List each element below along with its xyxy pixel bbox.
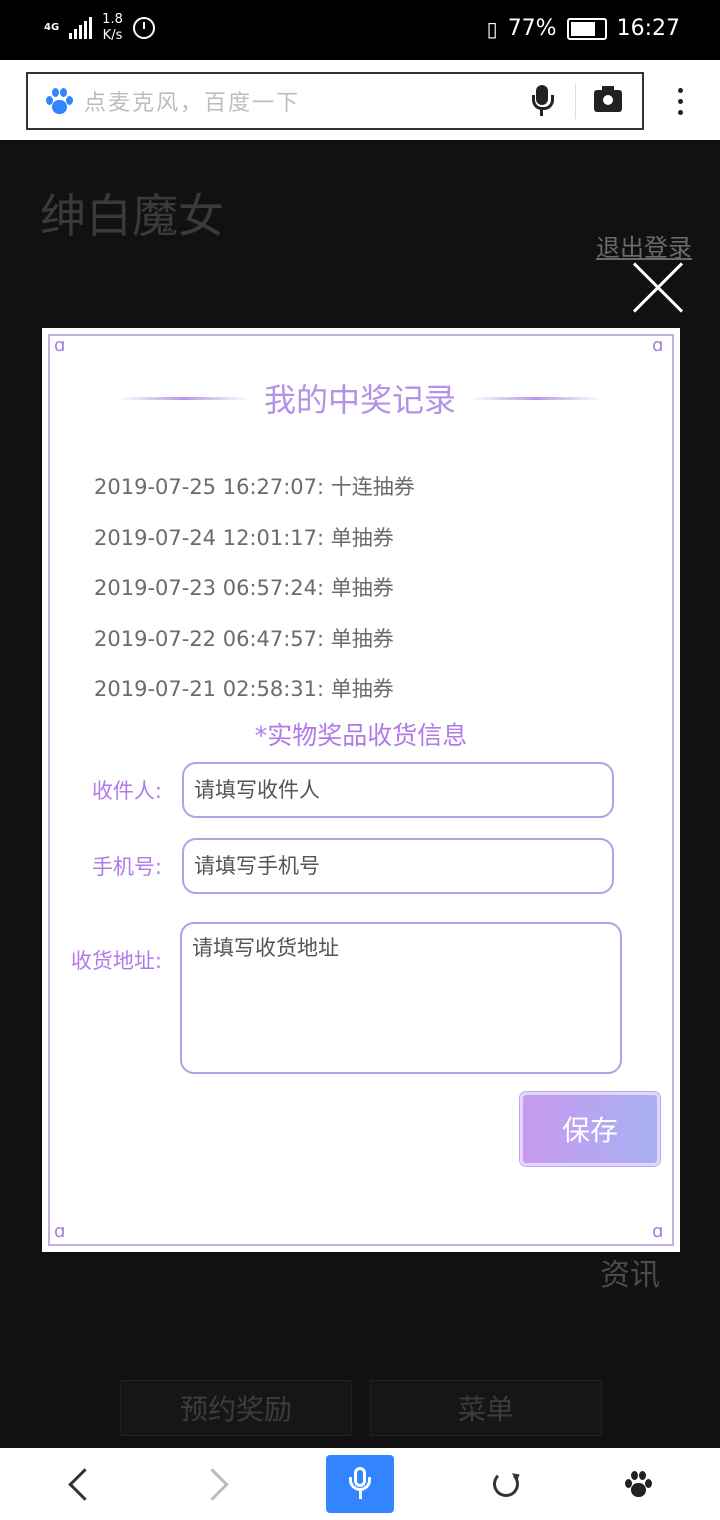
modal-title: 我的中奖记录 <box>264 381 457 419</box>
shipping-info-title: *实物奖品收货信息 <box>254 721 468 750</box>
search-input[interactable]: 点麦克风，百度一下 <box>84 85 527 117</box>
news-label: 资讯 <box>600 1258 660 1293</box>
network-type: 4G <box>44 22 60 33</box>
phone-input[interactable] <box>182 838 614 894</box>
browser-toolbar: 点麦克风，百度一下 <box>0 60 720 140</box>
chevron-left-icon <box>67 1467 101 1501</box>
corner-ornament-icon: ɑ <box>652 335 664 356</box>
corner-ornament-icon: ɑ <box>54 335 66 356</box>
menu-button[interactable]: 菜单 <box>370 1380 602 1436</box>
list-item: 2019-07-24 12:01:17: 单抽券 <box>94 525 394 550</box>
vibrate-icon: ▯ <box>486 16 498 41</box>
microphone-icon[interactable] <box>527 83 557 119</box>
browser-bottom-nav <box>0 1448 720 1520</box>
alarm-icon <box>132 17 155 39</box>
title-decoration <box>470 396 603 400</box>
recipient-label: 收件人: <box>91 779 162 803</box>
battery-icon <box>566 17 607 40</box>
signal-icon <box>69 17 93 39</box>
divider <box>575 83 576 119</box>
prize-record-list: 2019-07-25 16:27:07: 十连抽券 2019-07-24 12:… <box>94 470 415 723</box>
voice-search-button[interactable] <box>326 1455 394 1513</box>
close-icon[interactable] <box>628 262 684 313</box>
title-decoration <box>118 396 250 400</box>
logout-link[interactable]: 退出登录 <box>596 228 692 263</box>
more-menu-icon[interactable] <box>678 88 684 116</box>
address-textarea[interactable] <box>180 922 622 1074</box>
chevron-right-icon <box>195 1467 229 1501</box>
refresh-button[interactable] <box>476 1458 536 1510</box>
modal-header: 我的中奖记录 <box>104 376 616 420</box>
network-speed: 1.8 K/s <box>102 12 123 43</box>
save-button[interactable]: 保存 <box>520 1092 660 1166</box>
recipient-input[interactable] <box>182 762 614 818</box>
list-item: 2019-07-22 06:47:57: 单抽券 <box>94 626 394 651</box>
back-button[interactable] <box>50 1458 110 1510</box>
baidu-home-button[interactable] <box>608 1458 668 1510</box>
list-item: 2019-07-25 16:27:07: 十连抽券 <box>94 475 415 499</box>
clock: 16:27 <box>616 16 680 41</box>
baidu-paw-icon <box>44 86 74 116</box>
camera-icon[interactable] <box>594 86 622 112</box>
baidu-paw-icon <box>623 1469 653 1499</box>
forward-button[interactable] <box>186 1458 246 1510</box>
address-label: 收货地址: <box>70 949 162 973</box>
corner-ornament-icon: ɑ <box>652 1221 664 1242</box>
game-logo: 绅白魔女 <box>40 189 224 243</box>
list-item: 2019-07-23 06:57:24: 单抽券 <box>94 576 394 600</box>
prize-record-modal: ɑ ɑ ɑ ɑ 我的中奖记录 2019-07-25 16:27:07: 十连抽券… <box>42 328 680 1252</box>
reservation-reward-button[interactable]: 预约奖励 <box>120 1380 352 1436</box>
list-item: 2019-07-21 02:58:31: 单抽券 <box>94 677 394 701</box>
status-bar: 4G 1.8 K/s ▯ 77% 16:27 <box>0 0 720 60</box>
search-box[interactable]: 点麦克风，百度一下 <box>26 72 644 130</box>
refresh-icon <box>493 1471 519 1497</box>
corner-ornament-icon: ɑ <box>54 1221 66 1242</box>
phone-label: 手机号: <box>91 855 162 879</box>
battery-percent: 77% <box>507 16 557 41</box>
